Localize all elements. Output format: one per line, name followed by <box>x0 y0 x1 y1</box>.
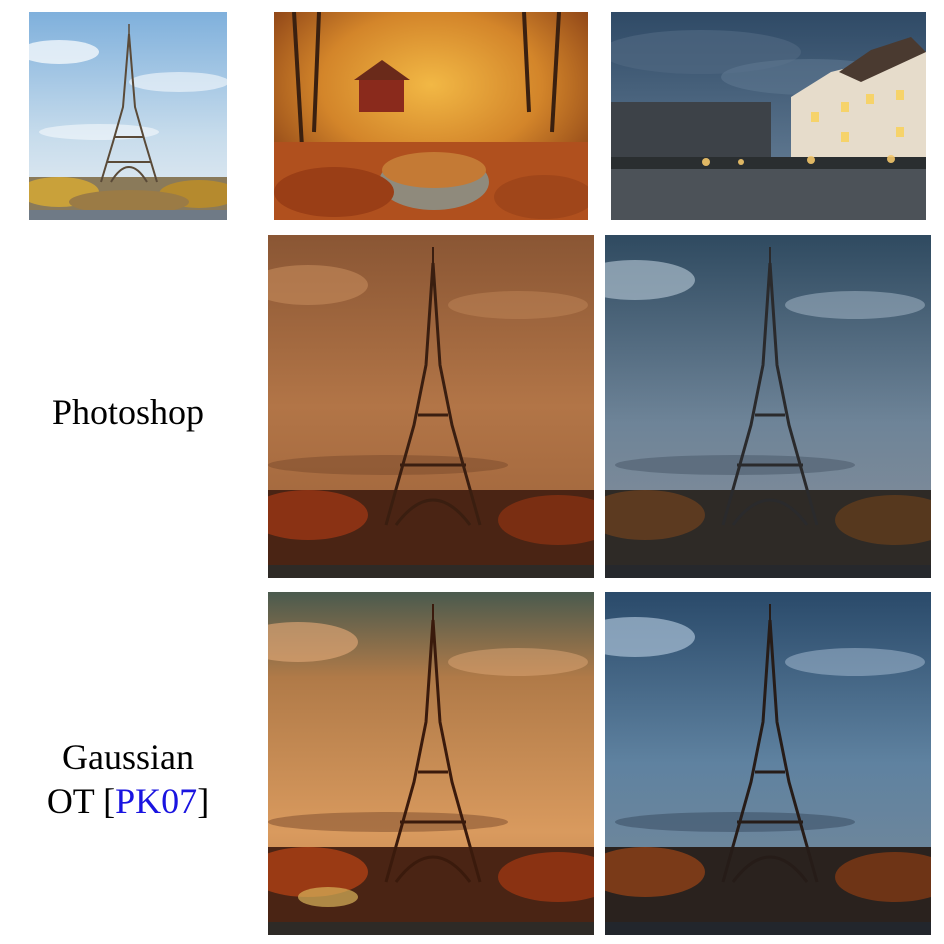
photoshop-label: Photoshop <box>51 392 205 432</box>
photoshop-autumn-result-image <box>268 235 594 578</box>
style-evening-square-image <box>611 12 926 220</box>
gaussian-ot-autumn-result-image <box>268 592 594 935</box>
citation-link[interactable]: PK07 <box>115 781 197 821</box>
row-label-photoshop: Photoshop <box>0 390 256 434</box>
gaussian-label-line2: OT [PK07] <box>0 779 256 823</box>
gaussian-ot-dusk-result-image <box>605 592 931 935</box>
gaussian-label-line1: Gaussian <box>62 737 194 777</box>
ot-label: OT <box>46 781 95 821</box>
bracket-open: [ <box>103 781 116 821</box>
bracket-close: ] <box>197 781 210 821</box>
row-label-gaussian-ot: Gaussian OT [PK07] <box>0 735 256 823</box>
source-eiffel-image <box>29 12 227 220</box>
photoshop-dusk-result-image <box>605 235 931 578</box>
style-autumn-forest-image <box>274 12 588 220</box>
